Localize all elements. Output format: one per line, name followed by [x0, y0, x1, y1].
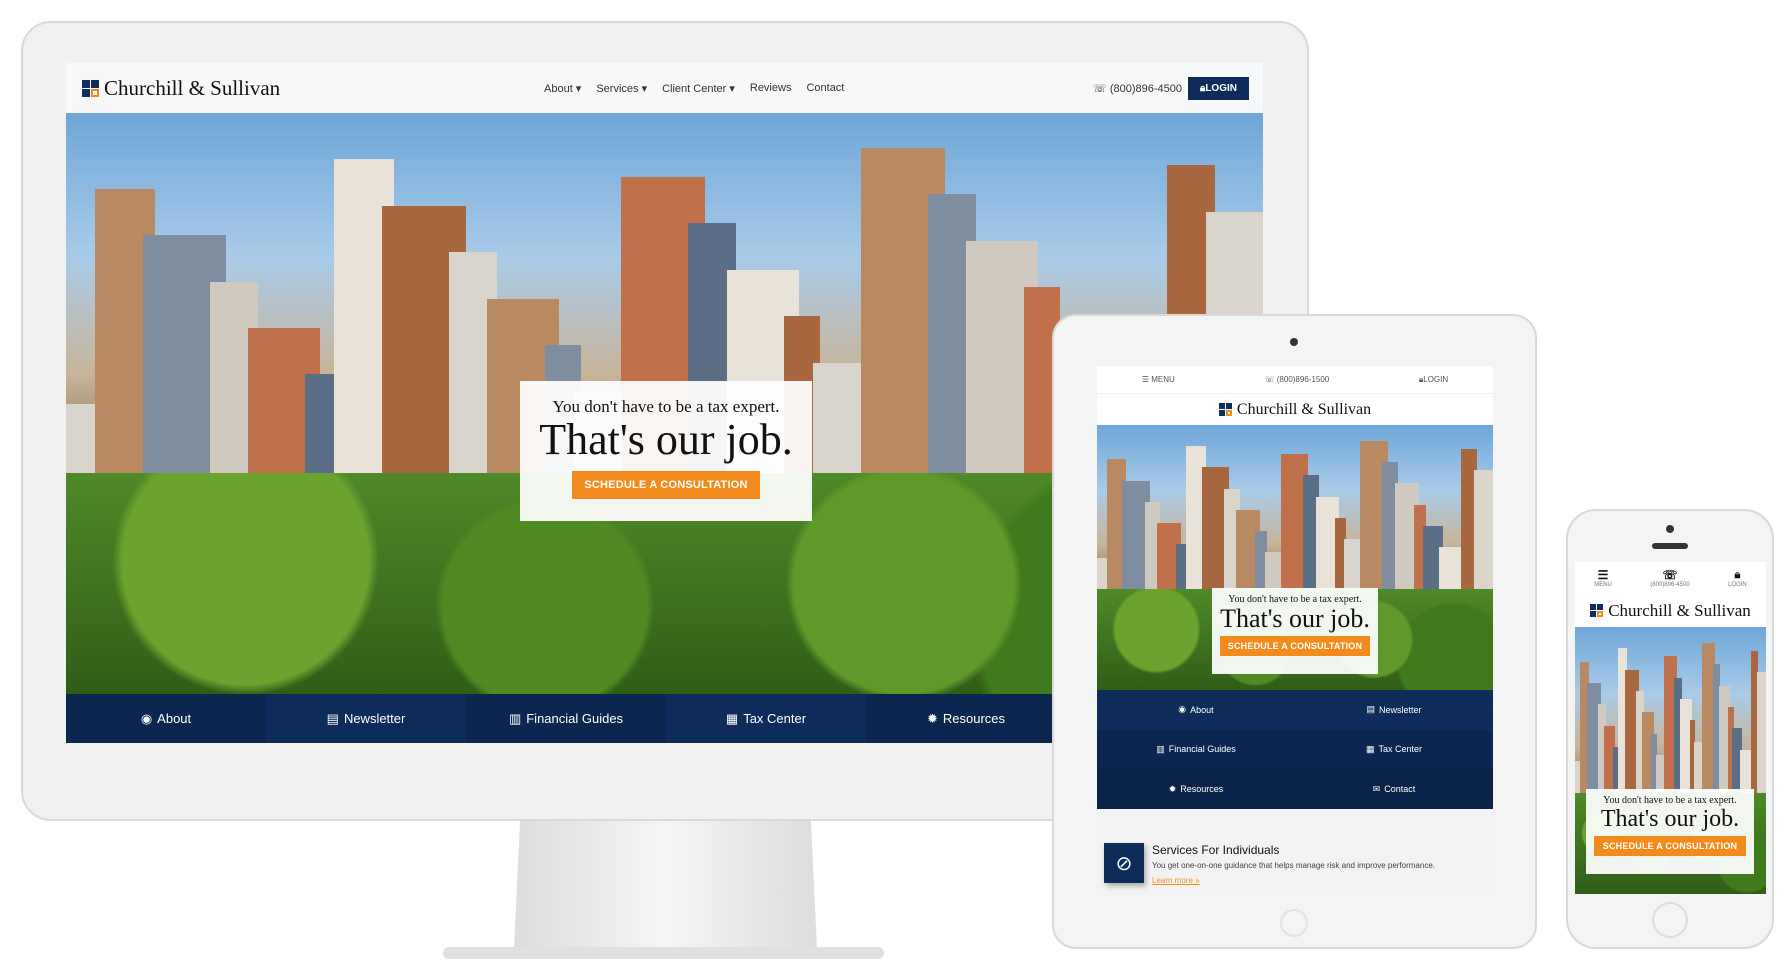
phone-link[interactable]: ☏ (800)896-1500: [1265, 375, 1330, 384]
newspaper-icon: ▤: [326, 710, 339, 726]
hero-card: You don't have to be a tax expert. That'…: [1212, 588, 1378, 674]
logo[interactable]: Churchill & Sullivan: [1097, 394, 1493, 425]
tablet-home-button[interactable]: [1280, 909, 1308, 937]
tablet-nav-newsletter[interactable]: ▤ Newsletter: [1295, 690, 1493, 730]
tablet-nav-financial-guides[interactable]: ▥ Financial Guides: [1097, 729, 1295, 770]
logo[interactable]: Churchill & Sullivan: [82, 76, 280, 101]
nav-icon: ▤: [1366, 704, 1375, 715]
nav-client-center[interactable]: Client Center ▾: [662, 82, 735, 95]
bottom-nav-about[interactable]: ◉ About: [66, 694, 266, 743]
nav-reviews[interactable]: Reviews: [750, 82, 792, 95]
bottom-nav-financial-guides[interactable]: ▥ Financial Guides: [466, 694, 666, 743]
bottom-nav-resources[interactable]: ✹ Resources: [866, 694, 1066, 743]
gear-icon: ✹: [926, 710, 938, 726]
tablet-camera: [1290, 338, 1298, 346]
nav-contact[interactable]: Contact: [806, 82, 844, 95]
menu-button[interactable]: ☰ MENU: [1594, 568, 1612, 588]
caret-down-icon: ▾: [638, 82, 648, 95]
compass-icon: ⊘: [1104, 843, 1144, 883]
schedule-consultation-button[interactable]: SCHEDULE A CONSULTATION: [572, 471, 760, 499]
monitor-base: [443, 947, 884, 959]
tablet-screen: ☰ MENU ☏ (800)896-1500 🔒︎LOGIN Churchill…: [1097, 366, 1493, 897]
nav-services[interactable]: Services ▾: [596, 82, 647, 95]
tablet-nav-tax-center[interactable]: ▦ Tax Center: [1295, 729, 1493, 770]
phone-speaker: [1652, 543, 1688, 549]
calendar-icon: ▦: [725, 710, 739, 726]
hero-card: You don't have to be a tax expert. That'…: [520, 381, 812, 521]
logo-mark-icon: [82, 79, 99, 97]
menu-button[interactable]: ☰ MENU: [1142, 375, 1175, 384]
logo[interactable]: Churchill & Sullivan: [1575, 594, 1766, 627]
phone-link[interactable]: ☏ (800)896-4500: [1650, 568, 1689, 588]
bar-chart-icon: ▥: [508, 710, 522, 726]
nav-icon: ▥: [1156, 743, 1165, 754]
caret-down-icon: ▾: [726, 82, 735, 95]
service-title: Services For Individuals: [1152, 843, 1280, 857]
phone-camera: [1666, 525, 1674, 533]
bottom-nav-newsletter[interactable]: ▤ Newsletter: [266, 694, 466, 743]
login-button[interactable]: 🔒︎LOGIN: [1188, 76, 1249, 100]
nav-icon: ▦: [1365, 743, 1375, 754]
hero-card: You don't have to be a tax expert. That'…: [1586, 789, 1754, 874]
phone-link[interactable]: ☏ (800)896-4500: [1093, 82, 1182, 95]
caret-down-icon: ▾: [572, 82, 582, 95]
phone-home-button[interactable]: [1652, 902, 1688, 938]
tablet-nav: ◉ About ▤ Newsletter ▥ Financial Guides ▦ Tax C…: [1097, 690, 1493, 809]
logo-mark-icon: [1218, 403, 1232, 416]
main-nav: About ▾ Services ▾ Client Center ▾ Reviews C…: [544, 82, 844, 95]
nav-icon: ◉: [1178, 704, 1187, 715]
logo-mark-icon: [1590, 604, 1604, 617]
desktop-header: Churchill & Sullivan About ▾ Services ▾ Cl…: [66, 63, 1263, 113]
user-circle-icon: ◉: [140, 710, 153, 726]
nav-icon: ✹: [1168, 783, 1177, 794]
bottom-nav-tax-center[interactable]: ▦ Tax Center: [666, 694, 866, 743]
tablet-nav-contact[interactable]: ✉ Contact: [1295, 769, 1493, 809]
schedule-consultation-button[interactable]: SCHEDULE A CONSULTATION: [1219, 636, 1371, 656]
tablet-nav-about[interactable]: ◉ About: [1097, 690, 1295, 730]
login-button[interactable]: 🔒︎LOGIN: [1728, 569, 1747, 588]
monitor-stand: [514, 821, 817, 949]
login-button[interactable]: 🔒︎LOGIN: [1419, 375, 1448, 385]
phone-screen: ☰ MENU ☏ (800)896-4500 🔒︎ LOGIN Churchill &…: [1575, 562, 1766, 894]
nav-about[interactable]: About ▾: [544, 82, 581, 95]
schedule-consultation-button[interactable]: SCHEDULE A CONSULTATION: [1593, 836, 1747, 856]
services-section: ⊘ Services For Individuals You get one-o…: [1097, 809, 1493, 897]
nav-icon: ✉: [1372, 783, 1381, 794]
learn-more-link[interactable]: Learn more »: [1152, 876, 1200, 885]
tablet-nav-resources[interactable]: ✹ Resources: [1097, 769, 1295, 809]
